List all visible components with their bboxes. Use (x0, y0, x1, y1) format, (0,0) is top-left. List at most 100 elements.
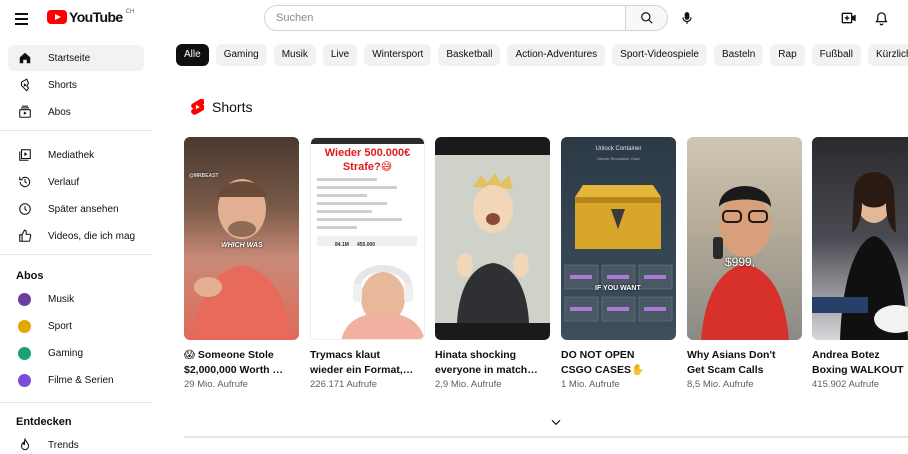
search-input[interactable] (264, 5, 626, 31)
chip-basketball[interactable]: Basketball (438, 44, 501, 66)
sidebar-item-label: Verlauf (48, 176, 80, 188)
chip-live[interactable]: Live (322, 44, 358, 66)
short-title-line: Why Asians Don't (687, 349, 776, 361)
youtube-play-icon (47, 10, 67, 24)
short-thumbnail[interactable] (435, 137, 550, 340)
sidebar-item-sport[interactable]: Sport (8, 313, 144, 339)
thumbnail-art (435, 155, 550, 323)
short-views: 415.902 Aufrufe (812, 379, 880, 390)
thumbnail-art (317, 178, 424, 339)
chevron-down-icon (551, 419, 561, 426)
short-card[interactable]: Hinata shocking everyone in match… 2,9 M… (435, 137, 550, 390)
short-thumbnail[interactable] (812, 137, 908, 340)
chip-gaming[interactable]: Gaming (215, 44, 267, 66)
chip-wintersport[interactable]: Wintersport (364, 44, 432, 66)
shorts-shelf-header: Shorts (190, 99, 252, 115)
chip-action-adventures[interactable]: Action-Adventures (507, 44, 606, 66)
thumbnail-caption: $999, (725, 255, 756, 269)
thumbnail-art (194, 179, 290, 340)
sidebar-item-history[interactable]: Verlauf (8, 169, 144, 195)
sidebar-item-label: Musik (48, 293, 75, 305)
short-title[interactable]: 😱 Someone Stole $2,000,000 Worth … (184, 348, 299, 377)
chip-rap[interactable]: Rap (770, 44, 805, 66)
search-icon (640, 12, 653, 24)
short-views: 29 Mio. Aufrufe (184, 379, 248, 390)
short-title[interactable]: Why Asians Don't Get Scam Calls (687, 348, 802, 377)
home-icon (17, 50, 33, 66)
sidebar-item-gaming[interactable]: Gaming (8, 340, 144, 366)
short-title[interactable]: Hinata shocking everyone in match… (435, 348, 550, 377)
short-card[interactable]: Andrea Botez Boxing WALKOUT 415.902 Aufr… (812, 137, 908, 390)
chip-crafts[interactable]: Basteln (713, 44, 764, 66)
sidebar-item-liked-videos[interactable]: Videos, die ich mag (8, 223, 144, 249)
short-thumbnail[interactable]: @MRBEAST WHICH WAS (184, 137, 299, 340)
sidebar-item-movies[interactable]: Filme & Serien (8, 367, 144, 393)
sidebar-item-trending[interactable]: Trends (8, 432, 144, 454)
chip-all[interactable]: Alle (176, 44, 209, 66)
sidebar-divider (0, 130, 152, 131)
short-views: 8,5 Mio. Aufrufe (687, 379, 754, 390)
short-title-line: Andrea Botez (812, 349, 880, 361)
short-card[interactable]: Unlock Container Unlock Revolution Case … (561, 137, 676, 390)
short-title[interactable]: Andrea Botez Boxing WALKOUT (812, 348, 908, 377)
menu-icon[interactable] (12, 9, 32, 29)
short-title-line: $2,000,000 Worth … (184, 363, 284, 376)
logo-text: YouTube (69, 9, 123, 25)
sidebar-item-watch-later[interactable]: Später ansehen (8, 196, 144, 222)
short-title-line: Trymacs klaut (310, 349, 381, 361)
short-thumbnail[interactable]: Unlock Container Unlock Revolution Case … (561, 137, 676, 340)
bell-icon (874, 11, 888, 25)
thumbnail-caption: IF YOU WANT (595, 285, 641, 292)
short-title-line: everyone in match… (435, 363, 538, 376)
sidebar-item-shorts[interactable]: Shorts (8, 72, 144, 98)
short-title-line: DO NOT OPEN (561, 349, 635, 361)
short-title[interactable]: Trymacs klaut wieder ein Format,… (310, 348, 425, 377)
short-thumbnail[interactable]: Wieder 500.000€ Strafe?😅 84.1M 455.000 (310, 137, 425, 340)
thumbnail-art (812, 172, 908, 340)
sidebar: Startseite Shorts Abos Mediathek Verlauf… (0, 38, 152, 454)
country-code: CH (125, 9, 135, 15)
short-thumbnail[interactable]: $999, (687, 137, 802, 340)
sidebar-item-label: Trends (48, 439, 79, 451)
sidebar-divider (0, 254, 152, 255)
sidebar-item-library[interactable]: Mediathek (8, 142, 144, 168)
top-bar: YouTube CH (0, 0, 908, 38)
chip-recently-uploaded[interactable]: Kürzlich hochgeladen (868, 44, 908, 66)
youtube-logo[interactable]: YouTube CH (47, 9, 135, 25)
short-card[interactable]: Wieder 500.000€ Strafe?😅 84.1M 455.000 T… (310, 137, 425, 390)
sidebar-item-subscriptions[interactable]: Abos (8, 99, 144, 125)
sidebar-item-label: Filme & Serien (48, 374, 114, 386)
sidebar-item-music[interactable]: Musik (8, 286, 144, 312)
chip-music[interactable]: Musik (273, 44, 316, 66)
short-views: 2,9 Mio. Aufrufe (435, 379, 502, 390)
short-title-line: Get Scam Calls (687, 363, 764, 376)
sidebar-item-label: Abos (48, 106, 71, 118)
thumbnail-art (701, 186, 789, 340)
shorts-icon (17, 77, 33, 93)
short-card[interactable]: $999, Why Asians Don't Get Scam Calls 8,… (687, 137, 802, 390)
microphone-icon (682, 12, 692, 24)
thumbnail-art (564, 185, 673, 322)
short-title[interactable]: DO NOT OPEN CSGO CASES✋ (561, 348, 676, 377)
history-icon (17, 174, 33, 190)
voice-search-button[interactable] (676, 7, 698, 29)
sidebar-item-label: Videos, die ich mag (48, 230, 136, 242)
notifications-button[interactable] (870, 7, 892, 29)
channel-handle: @MRBEAST (189, 173, 219, 179)
search-button[interactable] (626, 5, 668, 31)
chip-football[interactable]: Fußball (811, 44, 862, 66)
avatar (18, 292, 31, 306)
avatar (18, 373, 31, 387)
shorts-logo-icon (191, 99, 204, 115)
create-button[interactable] (838, 7, 860, 29)
chip-sport-videogames[interactable]: Sport-Videospiele (612, 44, 707, 66)
sidebar-item-home[interactable]: Startseite (8, 45, 144, 71)
short-card[interactable]: @MRBEAST WHICH WAS 😱 Someone Stole $2,00… (184, 137, 299, 390)
short-views: 1 Mio. Aufrufe (561, 379, 620, 390)
short-title-line: wieder ein Format,… (310, 363, 414, 376)
avatar (18, 319, 31, 333)
show-more-button[interactable] (549, 415, 563, 429)
library-icon (17, 147, 33, 163)
sidebar-divider (0, 402, 152, 403)
section-divider (184, 436, 908, 438)
